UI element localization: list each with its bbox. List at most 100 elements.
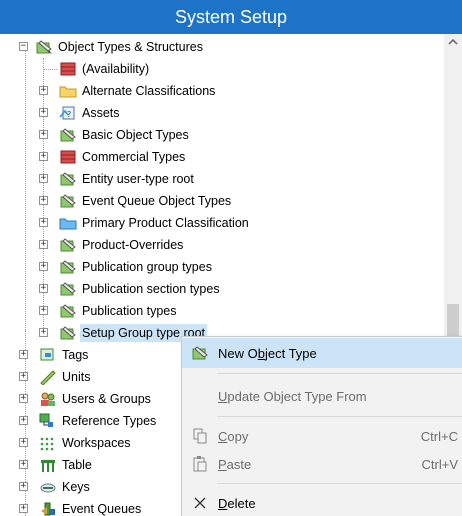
- tree-node-label: Event Queues: [62, 502, 142, 516]
- window-title-bar: System Setup: [0, 0, 462, 34]
- context-menu: New Object Type Update Object Type From …: [181, 336, 462, 516]
- expand-icon[interactable]: +: [19, 416, 28, 425]
- object-type-icon: [35, 39, 53, 55]
- tree-node-label: Publication types: [82, 304, 177, 318]
- tree-node-label: Units: [62, 370, 91, 384]
- tree-node-basic-object-types[interactable]: + Basic Object Types: [39, 124, 191, 146]
- expand-icon[interactable]: +: [39, 240, 48, 249]
- paste-icon: [182, 456, 218, 472]
- tree-node-keys[interactable]: + Keys: [19, 476, 92, 498]
- tree-node-label: Basic Object Types: [82, 128, 189, 142]
- collapse-icon[interactable]: −: [19, 42, 28, 51]
- tree-node-tags[interactable]: + Tags: [19, 344, 90, 366]
- expand-icon[interactable]: +: [39, 130, 48, 139]
- menu-item-update-object-type-from[interactable]: Update Object Type From: [182, 381, 462, 411]
- menu-item-label: Paste: [218, 456, 252, 472]
- tree-node-units[interactable]: + Units: [19, 366, 92, 388]
- users-icon: [39, 391, 57, 407]
- menu-item-label: Delete: [218, 495, 256, 511]
- tree-node-assets[interactable]: + ? Assets: [39, 102, 122, 124]
- menu-item-delete[interactable]: Delete: [182, 488, 462, 516]
- expand-icon[interactable]: +: [39, 218, 48, 227]
- expand-icon[interactable]: +: [39, 196, 48, 205]
- expand-icon[interactable]: +: [39, 328, 48, 337]
- tree-node-commercial-types[interactable]: + Commercial Types: [39, 146, 187, 168]
- menu-item-label: Copy: [218, 428, 249, 444]
- tree-node-workspaces[interactable]: + Workspaces: [19, 432, 133, 454]
- tree-node-label: Publication section types: [82, 282, 220, 296]
- tree-node-reference-types[interactable]: + Reference Types: [19, 410, 158, 432]
- expand-icon[interactable]: +: [39, 108, 48, 117]
- object-type-icon: [59, 303, 77, 319]
- workspace-icon: [39, 435, 57, 451]
- tree-node-publication-types[interactable]: + Publication types: [39, 300, 179, 322]
- tree-node-label: Commercial Types: [82, 150, 186, 164]
- tree-node-alternate-classifications[interactable]: + Alternate Classifications: [39, 80, 217, 102]
- reference-icon: [39, 413, 57, 429]
- menu-separator: [218, 416, 462, 417]
- tree-connector: [43, 69, 57, 70]
- menu-item-label: New Object Type: [218, 345, 317, 361]
- menu-item-shortcut: Ctrl+C: [420, 428, 458, 444]
- tree-node-table[interactable]: + Table: [19, 454, 94, 476]
- scroll-up-arrow-icon[interactable]: [444, 38, 462, 52]
- tree-node-event-queue-object-types[interactable]: + Event Queue Object Types: [39, 190, 233, 212]
- tree-node-entity-user-type-root[interactable]: + Entity user-type root: [39, 168, 196, 190]
- table-icon: [39, 457, 57, 473]
- key-icon: [39, 479, 57, 495]
- expand-icon[interactable]: +: [39, 262, 48, 271]
- tree-node-users-groups[interactable]: + Users & Groups: [19, 388, 153, 410]
- tree-node-publication-section-types[interactable]: + Publication section types: [39, 278, 222, 300]
- menu-item-paste[interactable]: Paste Ctrl+V: [182, 449, 462, 479]
- tree-node-label: Object Types & Structures: [58, 40, 203, 54]
- expand-icon[interactable]: +: [19, 350, 28, 359]
- expand-icon[interactable]: +: [19, 394, 28, 403]
- expand-icon[interactable]: +: [39, 284, 48, 293]
- menu-item-new-object-type[interactable]: New Object Type: [182, 338, 462, 368]
- expand-icon[interactable]: +: [19, 504, 28, 513]
- menu-item-shortcut: Ctrl+V: [421, 456, 458, 472]
- expand-icon[interactable]: +: [39, 174, 48, 183]
- tree-node-primary-product-classification[interactable]: + Primary Product Classification: [39, 212, 251, 234]
- tree-node-label: Users & Groups: [62, 392, 151, 406]
- menu-separator: [218, 373, 462, 374]
- expand-icon[interactable]: +: [39, 86, 48, 95]
- expand-icon[interactable]: +: [19, 460, 28, 469]
- tree-node-label: Event Queue Object Types: [82, 194, 232, 208]
- tree-node-label: Reference Types: [62, 414, 157, 428]
- object-type-icon: [59, 259, 77, 275]
- tree-node-label: Tags: [62, 348, 89, 362]
- tree-node-availability[interactable]: (Availability): [43, 58, 151, 80]
- tree-node-product-overrides[interactable]: + Product-Overrides: [39, 234, 185, 256]
- tree-node-label: (Availability): [82, 62, 150, 76]
- object-type-icon: [59, 325, 77, 341]
- object-type-icon: [59, 237, 77, 253]
- expand-icon[interactable]: +: [39, 306, 48, 315]
- red-table-icon: [59, 149, 77, 165]
- event-queue-icon: [39, 501, 57, 516]
- asset-icon: ?: [59, 105, 77, 121]
- new-object-type-icon: [182, 345, 218, 361]
- expand-icon[interactable]: +: [19, 438, 28, 447]
- expand-icon[interactable]: +: [19, 372, 28, 381]
- object-type-icon: [59, 193, 77, 209]
- object-type-icon: [59, 281, 77, 297]
- tree-node-label: Product-Overrides: [82, 238, 184, 252]
- tree-node-label: Entity user-type root: [82, 172, 194, 186]
- folder-icon: [59, 83, 77, 99]
- tree-node-label: Primary Product Classification: [82, 216, 249, 230]
- tree-node-publication-group-types[interactable]: + Publication group types: [39, 256, 214, 278]
- expand-icon[interactable]: +: [19, 482, 28, 491]
- tag-icon: [39, 347, 57, 363]
- menu-item-copy[interactable]: Copy Ctrl+C: [182, 421, 462, 451]
- tree-node-label: Workspaces: [62, 436, 131, 450]
- ruler-icon: [39, 369, 57, 386]
- window-title: System Setup: [174, 6, 288, 27]
- tree-connector: [25, 49, 26, 340]
- object-type-icon: [59, 127, 77, 143]
- expand-icon[interactable]: +: [39, 152, 48, 161]
- tree-node-label: Alternate Classifications: [82, 84, 216, 98]
- tree-node-event-queues[interactable]: + Event Queues: [19, 498, 143, 516]
- tree-node-label: Table: [62, 458, 92, 472]
- tree-node-object-types-structures[interactable]: − Object Types & Structures: [19, 36, 205, 58]
